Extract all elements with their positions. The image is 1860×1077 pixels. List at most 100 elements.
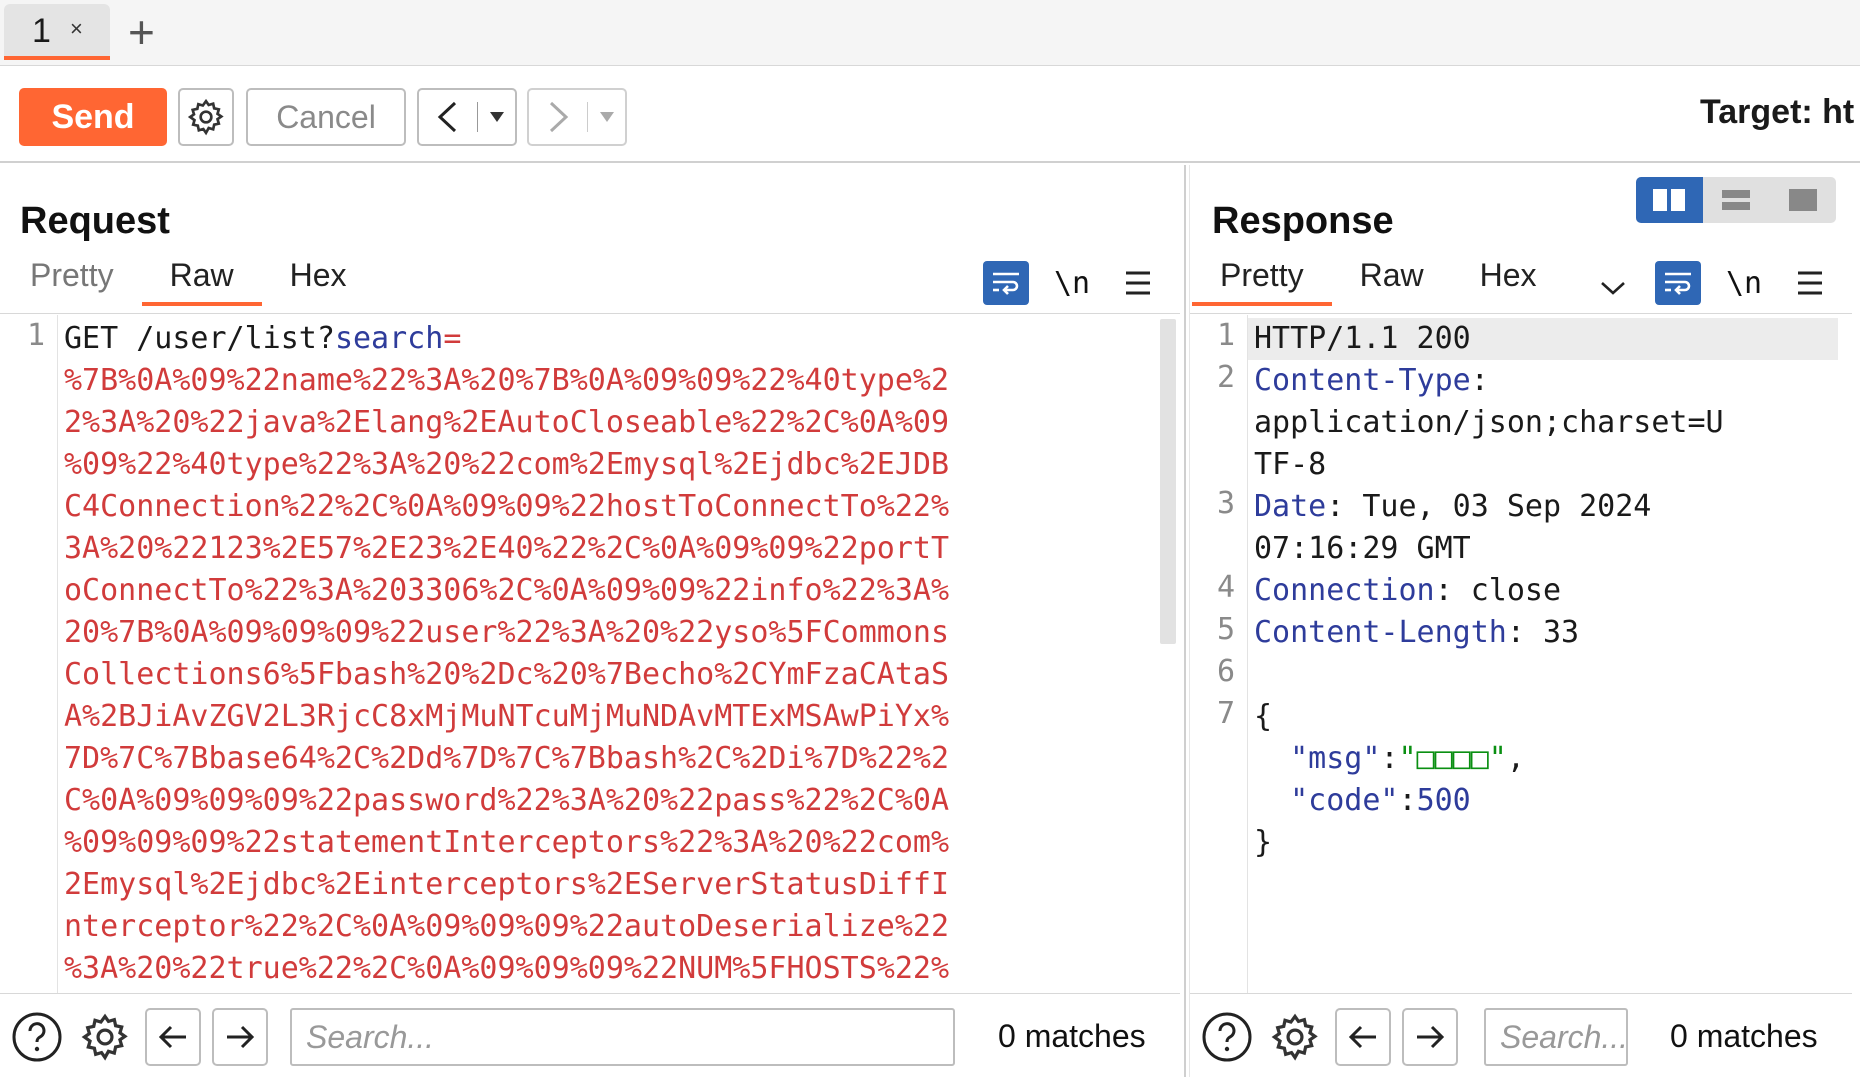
new-tab-button[interactable]: + <box>128 4 155 60</box>
line-number: 4 <box>1216 570 1235 605</box>
code-token: HTTP/1.1 200 <box>1254 321 1471 356</box>
send-button[interactable]: Send <box>19 88 167 146</box>
response-more-tabs-dropdown[interactable] <box>1596 273 1630 303</box>
line-number: 5 <box>1216 612 1235 647</box>
line-number: 7 <box>1216 696 1235 731</box>
chevron-right-icon <box>549 101 569 133</box>
gear-icon <box>81 1013 128 1061</box>
tab-divider <box>1190 313 1852 314</box>
layout-side-by-side-button[interactable] <box>1636 177 1703 223</box>
arrow-left-icon <box>1348 1025 1376 1049</box>
response-tab-pretty[interactable]: Pretty <box>1192 250 1332 306</box>
code-token: search <box>334 321 444 356</box>
word-wrap-toggle[interactable] <box>983 261 1029 305</box>
response-view-tabs: Pretty Raw Hex <box>1192 250 1565 306</box>
code-line: Content-Length: 33 <box>1254 612 1579 654</box>
request-scrollbar[interactable] <box>1160 319 1176 644</box>
forward-nav-group <box>527 88 627 146</box>
line-number: 6 <box>1216 654 1235 689</box>
response-menu-button[interactable] <box>1790 261 1830 305</box>
search-next-button[interactable] <box>212 1008 268 1066</box>
forward-history-dropdown[interactable] <box>588 90 625 144</box>
code-token: 3A%20%22123%2E57%2E23%2E40%22%2C%0A%09%0… <box>64 531 950 566</box>
response-tab-raw[interactable]: Raw <box>1332 250 1452 306</box>
code-token: "□□□□" <box>1398 741 1507 776</box>
show-newlines-toggle[interactable]: \n <box>1050 261 1094 305</box>
request-tab-pretty[interactable]: Pretty <box>2 250 142 306</box>
cancel-button[interactable]: Cancel <box>246 88 406 146</box>
code-token: %09%22%40type%22%3A%20%22com%2Emysql%2Ej… <box>64 447 950 482</box>
layout-tabbed-button[interactable] <box>1769 177 1836 223</box>
line-number: 2 <box>1216 360 1235 395</box>
chevron-left-icon <box>437 101 457 133</box>
forward-button[interactable] <box>529 90 587 144</box>
hamburger-menu-icon <box>1126 271 1150 295</box>
code-token: C4Connection%22%2C%0A%09%09%22hostToConn… <box>64 489 950 524</box>
code-token: Content-Type <box>1254 363 1471 398</box>
settings-button[interactable] <box>178 88 234 146</box>
arrow-right-icon <box>1417 1025 1445 1049</box>
code-token: 500 <box>1416 783 1471 818</box>
code-token: TF-8 <box>1254 447 1327 482</box>
response-search-input[interactable]: Search... <box>1484 1008 1628 1066</box>
tab-strip: 1 × + <box>0 0 1860 66</box>
back-button[interactable] <box>419 90 477 144</box>
target-label[interactable]: Target: ht <box>1700 93 1854 132</box>
code-line: 3A%20%22123%2E57%2E23%2E40%22%2C%0A%09%0… <box>64 528 949 570</box>
tab-close-icon[interactable]: × <box>70 16 83 42</box>
code-token: A%2BJiAvZGV2L3RjcC8xMjMuNTcuMjMuNDAvMTEx… <box>64 699 950 734</box>
code-line: "code":500 <box>1254 780 1471 822</box>
request-menu-button[interactable] <box>1118 261 1158 305</box>
response-match-count: 0 matches <box>1670 1018 1818 1054</box>
help-icon <box>1202 1012 1252 1062</box>
help-button[interactable] <box>1200 1010 1254 1064</box>
response-editor[interactable]: 1234567 HTTP/1.1 200 Content-Type: applica… <box>1190 315 1852 995</box>
help-button[interactable] <box>10 1010 64 1064</box>
code-line: 07:16:29 GMT <box>1254 528 1471 570</box>
word-wrap-icon <box>1665 272 1691 295</box>
show-newlines-toggle[interactable]: \n <box>1722 261 1766 305</box>
arrow-left-icon <box>158 1025 186 1049</box>
code-line: Content-Type: <box>1254 360 1489 402</box>
request-tab-hex[interactable]: Hex <box>262 250 375 306</box>
search-settings-button[interactable] <box>1268 1010 1322 1064</box>
word-wrap-toggle[interactable] <box>1655 261 1701 305</box>
response-tab-hex[interactable]: Hex <box>1452 250 1565 306</box>
gear-icon <box>1271 1013 1318 1061</box>
code-token: %3A%20%22true%22%2C%0A%09%09%09%22NUM%5F… <box>64 951 950 986</box>
code-line: "msg":"□□□□", <box>1254 738 1525 780</box>
code-line: 7D%7C%7Bbase64%2C%2Dd%7D%7C%7Bbash%2C%2D… <box>64 738 949 780</box>
code-token: "msg" <box>1254 741 1381 776</box>
layout-stacked-button[interactable] <box>1703 177 1770 223</box>
request-match-count: 0 matches <box>998 1018 1146 1054</box>
code-token: nterceptor%22%2C%0A%09%09%09%22autoDeser… <box>64 909 950 944</box>
search-previous-button[interactable] <box>1335 1008 1391 1066</box>
search-settings-button[interactable] <box>78 1010 132 1064</box>
request-tab-raw[interactable]: Raw <box>141 250 262 306</box>
search-next-button[interactable] <box>1402 1008 1458 1066</box>
code-token: application/json;charset=U <box>1254 405 1724 440</box>
code-token: %09%09%09%22statementInterceptors%22%3A%… <box>64 825 950 860</box>
toolbar: Send Cancel Target: ht <box>0 67 1860 163</box>
code-token: "code" <box>1254 783 1399 818</box>
search-previous-button[interactable] <box>145 1008 201 1066</box>
code-line: C%0A%09%09%09%22password%22%3A%20%22pass… <box>64 780 949 822</box>
code-token: Date <box>1254 489 1327 524</box>
dropdown-triangle-icon <box>489 112 504 122</box>
line-number: 1 <box>1216 318 1235 353</box>
back-history-dropdown[interactable] <box>478 90 515 144</box>
request-editor[interactable]: 1 GET /user/list?search= %7B%0A%09%22name… <box>0 315 1180 995</box>
code-token: 07:16:29 GMT <box>1254 531 1471 566</box>
code-line: %3A%20%22true%22%2C%0A%09%09%09%22NUM%5F… <box>64 948 949 990</box>
code-line: Collections6%5Fbash%20%2Dc%20%7Becho%2CY… <box>64 654 949 696</box>
code-line: 2Emysql%2Ejdbc%2Einterceptors%2EServerSt… <box>64 864 949 906</box>
code-line: Date: Tue, 03 Sep 2024 <box>1254 486 1651 528</box>
repeater-tab-1[interactable]: 1 × <box>4 4 110 60</box>
code-token: Content-Length <box>1254 615 1507 650</box>
dropdown-triangle-icon <box>599 112 614 122</box>
code-line: nterceptor%22%2C%0A%09%09%09%22autoDeser… <box>64 906 949 948</box>
request-search-input[interactable]: Search... <box>290 1008 955 1066</box>
back-nav-group <box>417 88 517 146</box>
code-token: oConnectTo%22%3A%203306%2C%0A%09%09%22in… <box>64 573 950 608</box>
code-line: 2%3A%20%22java%2Elang%2EAutoCloseable%22… <box>64 402 949 444</box>
